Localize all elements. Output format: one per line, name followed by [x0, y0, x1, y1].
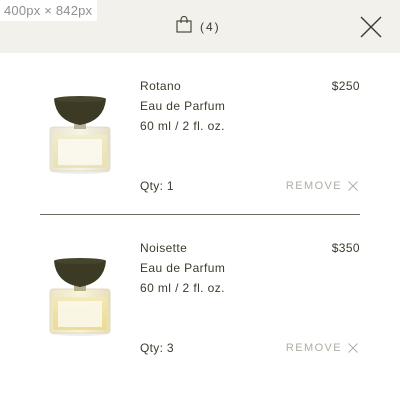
quantity: Qty: 3: [140, 341, 174, 355]
shopping-bag-icon[interactable]: [176, 16, 192, 33]
product-size: 60 ml / 2 fl. oz.: [140, 281, 225, 295]
product-type: Eau de Parfum: [140, 99, 226, 113]
product-size: 60 ml / 2 fl. oz.: [140, 119, 225, 133]
product-price: $250: [331, 79, 360, 93]
viewport-size-label: 400px × 842px: [0, 0, 98, 21]
product-name[interactable]: Rotano: [140, 79, 181, 93]
product-price: $350: [331, 241, 360, 255]
cart-item: Noisette Eau de Parfum 60 ml / 2 fl. oz.…: [0, 215, 400, 375]
cart-count: (4): [200, 20, 221, 34]
remove-button[interactable]: REMOVE: [286, 342, 358, 354]
product-image: [44, 253, 116, 337]
quantity: Qty: 1: [140, 179, 174, 193]
cart-item: Rotano Eau de Parfum 60 ml / 2 fl. oz. $…: [0, 53, 400, 213]
remove-label: REMOVE: [285, 342, 342, 354]
product-name[interactable]: Noisette: [140, 241, 187, 255]
remove-button[interactable]: REMOVE: [286, 180, 358, 192]
close-icon: [348, 181, 358, 191]
close-icon[interactable]: [360, 16, 382, 38]
product-type: Eau de Parfum: [140, 261, 226, 275]
remove-label: REMOVE: [285, 180, 342, 192]
close-icon: [348, 343, 358, 353]
product-image: [44, 91, 116, 175]
